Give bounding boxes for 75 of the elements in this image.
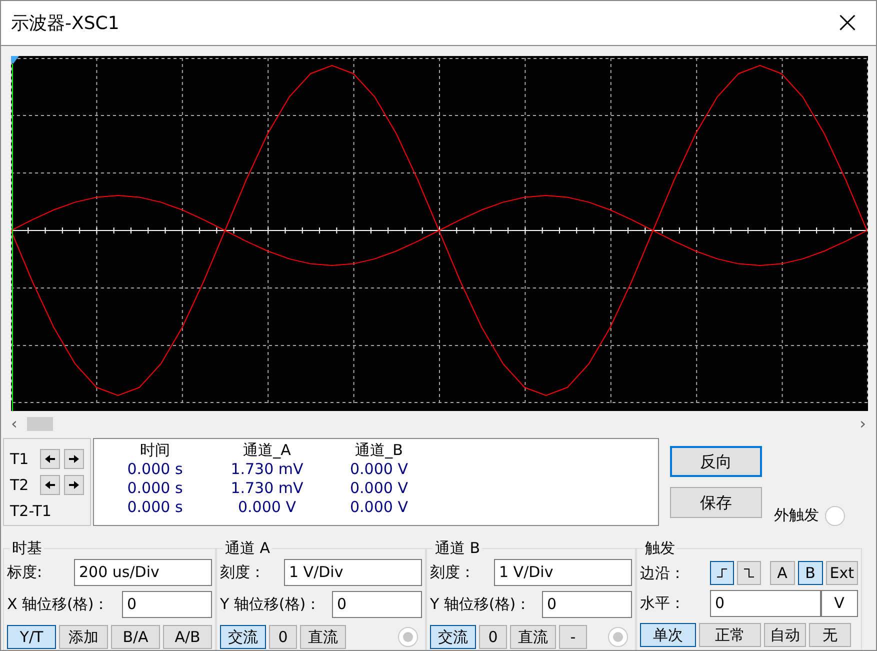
input-field[interactable]: 0	[332, 591, 422, 618]
toggle-button[interactable]: Ext	[826, 561, 858, 585]
right-arrow-icon	[69, 455, 79, 463]
toggle-button[interactable]: 交流	[220, 625, 266, 649]
field-label: 刻度：	[430, 562, 475, 584]
field-label: 边沿：	[640, 562, 686, 584]
table-cell-text: 0.000 V	[349, 479, 409, 498]
column-header: 通道_B	[354, 441, 404, 460]
cursor-label: T1	[10, 448, 30, 470]
left-arrow-icon	[45, 481, 55, 489]
left-arrow-icon	[45, 455, 55, 463]
table-cell-text: 0.000 V	[349, 498, 409, 517]
cursor-label: T2-T1	[10, 500, 52, 522]
toggle-button[interactable]: B/A	[111, 625, 160, 649]
table-cell-text: 1.730 mV	[230, 479, 304, 498]
table-cell-text: 0.000 V	[237, 498, 297, 517]
edge-button[interactable]	[737, 561, 761, 585]
cursor-label: T2	[10, 474, 30, 496]
toggle-button[interactable]: A	[770, 561, 795, 585]
toggle-button[interactable]: 直流	[300, 625, 346, 649]
falling-edge-icon	[744, 568, 754, 578]
field-label: 水平：	[640, 593, 686, 614]
input-field[interactable]: 200 us/Div	[74, 559, 212, 586]
input-field[interactable]: 0	[710, 590, 821, 617]
toggle-button[interactable]: 自动	[764, 623, 806, 647]
table-cell-text: 1.730 mV	[230, 460, 304, 479]
rising-edge-icon	[717, 568, 728, 578]
action-button[interactable]: 反向	[670, 446, 762, 477]
field-label: Y 轴位移(格)：	[430, 594, 531, 616]
edge-button[interactable]	[710, 561, 734, 585]
input-field[interactable]: 1 V/Div	[494, 559, 632, 586]
arrow-button[interactable]	[40, 449, 60, 469]
toggle-button[interactable]: 单次	[640, 623, 696, 647]
close-button[interactable]: ×	[834, 8, 860, 38]
input-field[interactable]: 0	[542, 591, 632, 618]
arrow-button[interactable]	[40, 475, 60, 495]
arrow-button[interactable]	[64, 449, 84, 469]
toggle-button[interactable]: 直流	[510, 625, 556, 649]
radio-button[interactable]	[608, 627, 628, 647]
field-label: Y 轴位移(格)：	[220, 594, 321, 616]
action-button[interactable]: 保存	[670, 487, 762, 518]
right-arrow-icon	[69, 481, 79, 489]
column-header: 通道_A	[242, 441, 292, 460]
scroll-left-arrow[interactable]: ‹	[11, 412, 18, 436]
field-label: 标度:	[7, 562, 42, 584]
field-label: 刻度：	[220, 562, 265, 584]
window-title: 示波器-XSC1	[11, 12, 120, 36]
radio-button[interactable]	[825, 506, 845, 526]
input-field[interactable]: 0	[122, 591, 212, 618]
unit-field[interactable]: V	[820, 590, 858, 617]
toggle-button[interactable]: Y/T	[7, 625, 56, 649]
toggle-button[interactable]: A/B	[163, 625, 212, 649]
radio-button[interactable]	[398, 627, 418, 647]
toggle-button[interactable]: 交流	[430, 625, 476, 649]
scrollbar-thumb[interactable]	[27, 417, 54, 431]
field-label: X 轴位移(格)：	[7, 594, 109, 616]
group-title: 触发	[643, 538, 677, 558]
column-header: 时间	[139, 441, 171, 460]
input-field[interactable]: 1 V/Div	[284, 559, 422, 586]
horizontal-scrollbar[interactable]: ‹ ›	[1, 414, 876, 434]
toggle-button[interactable]: 无	[809, 623, 851, 647]
toggle-button[interactable]: B	[798, 561, 823, 585]
toggle-button[interactable]: -	[559, 625, 587, 649]
external-trigger-label: 外触发	[774, 504, 819, 526]
toggle-button[interactable]: 0	[479, 625, 507, 649]
group-title: 时基	[10, 538, 44, 558]
table-cell-text: 0.000 s	[126, 498, 184, 517]
table-cell-text: 0.000 V	[349, 460, 409, 479]
toggle-button[interactable]: 0	[269, 625, 297, 649]
toggle-button[interactable]: 添加	[59, 625, 108, 649]
arrow-button[interactable]	[64, 475, 84, 495]
toggle-button[interactable]: 正常	[699, 623, 761, 647]
scroll-right-arrow[interactable]: ›	[860, 412, 866, 436]
table-cell-text: 0.000 s	[126, 460, 184, 479]
table-cell-text: 0.000 s	[126, 479, 184, 498]
